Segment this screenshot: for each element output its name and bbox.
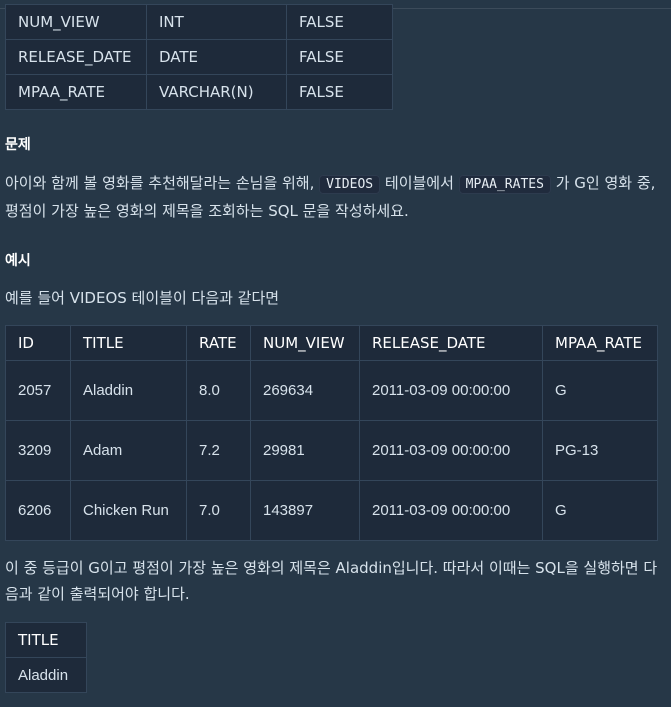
table-cell: Aladdin <box>70 360 187 421</box>
example-explanation: 이 중 등급이 G이고 평점이 가장 높은 영화의 제목은 Aladdin입니다… <box>5 559 658 603</box>
table-cell: INT <box>146 4 287 40</box>
table-cell: G <box>542 360 658 421</box>
problem-heading: 문제 <box>5 137 31 153</box>
table-cell: VARCHAR(N) <box>146 74 287 110</box>
table-row: 2057 Aladdin 8.0 269634 2011-03-09 00:00… <box>5 360 658 421</box>
table-cell: Adam <box>70 420 187 481</box>
table-row: NUM_VIEW INT FALSE <box>5 4 393 40</box>
table-cell: 143897 <box>250 480 360 541</box>
problem-text-1: 아이와 함께 볼 영화를 추천해달라는 손님을 위해, <box>5 174 320 192</box>
table-cell: 2057 <box>5 360 71 421</box>
table-cell: 29981 <box>250 420 360 481</box>
table-cell: 3209 <box>5 420 71 481</box>
column-name-code: MPAA_RATES <box>458 175 551 194</box>
table-cell: FALSE <box>286 74 393 110</box>
table-cell: 269634 <box>250 360 360 421</box>
problem-description: 아이와 함께 볼 영화를 추천해달라는 손님을 위해, VIDEOS 테이블에서… <box>5 170 665 224</box>
table-row: MPAA_RATE VARCHAR(N) FALSE <box>5 74 393 110</box>
table-cell: FALSE <box>286 39 393 75</box>
example-table: ID TITLE RATE NUM_VIEW RELEASE_DATE MPAA… <box>5 325 658 541</box>
column-header: NUM_VIEW <box>250 325 360 361</box>
result-table: TITLE Aladdin <box>5 622 87 693</box>
table-header-row: TITLE <box>5 622 87 658</box>
table-cell: 2011-03-09 00:00:00 <box>359 420 543 481</box>
table-cell: RELEASE_DATE <box>5 39 147 75</box>
table-cell: 7.0 <box>186 480 251 541</box>
column-header: ID <box>5 325 71 361</box>
table-cell: PG-13 <box>542 420 658 481</box>
table-cell: 7.2 <box>186 420 251 481</box>
table-row: 6206 Chicken Run 7.0 143897 2011-03-09 0… <box>5 480 658 541</box>
table-cell: 2011-03-09 00:00:00 <box>359 360 543 421</box>
table-name-code: VIDEOS <box>319 175 381 194</box>
table-cell: 6206 <box>5 480 71 541</box>
table-header-row: ID TITLE RATE NUM_VIEW RELEASE_DATE MPAA… <box>5 325 658 361</box>
table-cell: FALSE <box>286 4 393 40</box>
column-header: RELEASE_DATE <box>359 325 543 361</box>
table-row: 3209 Adam 7.2 29981 2011-03-09 00:00:00 … <box>5 420 658 481</box>
column-header: TITLE <box>5 622 87 658</box>
table-cell: Aladdin <box>5 657 87 693</box>
table-row: Aladdin <box>5 657 87 693</box>
table-cell: NUM_VIEW <box>5 4 147 40</box>
column-header: RATE <box>186 325 251 361</box>
table-cell: 2011-03-09 00:00:00 <box>359 480 543 541</box>
table-cell: 8.0 <box>186 360 251 421</box>
table-cell: G <box>542 480 658 541</box>
column-header: MPAA_RATE <box>542 325 658 361</box>
example-heading: 예시 <box>5 253 31 269</box>
table-cell: MPAA_RATE <box>5 74 147 110</box>
schema-table: NUM_VIEW INT FALSE RELEASE_DATE DATE FAL… <box>5 4 393 110</box>
table-row: RELEASE_DATE DATE FALSE <box>5 39 393 75</box>
example-intro: 예를 들어 VIDEOS 테이블이 다음과 같다면 <box>5 289 280 307</box>
column-header: TITLE <box>70 325 187 361</box>
table-cell: Chicken Run <box>70 480 187 541</box>
table-cell: DATE <box>146 39 287 75</box>
problem-text-2: 테이블에서 <box>380 174 459 192</box>
